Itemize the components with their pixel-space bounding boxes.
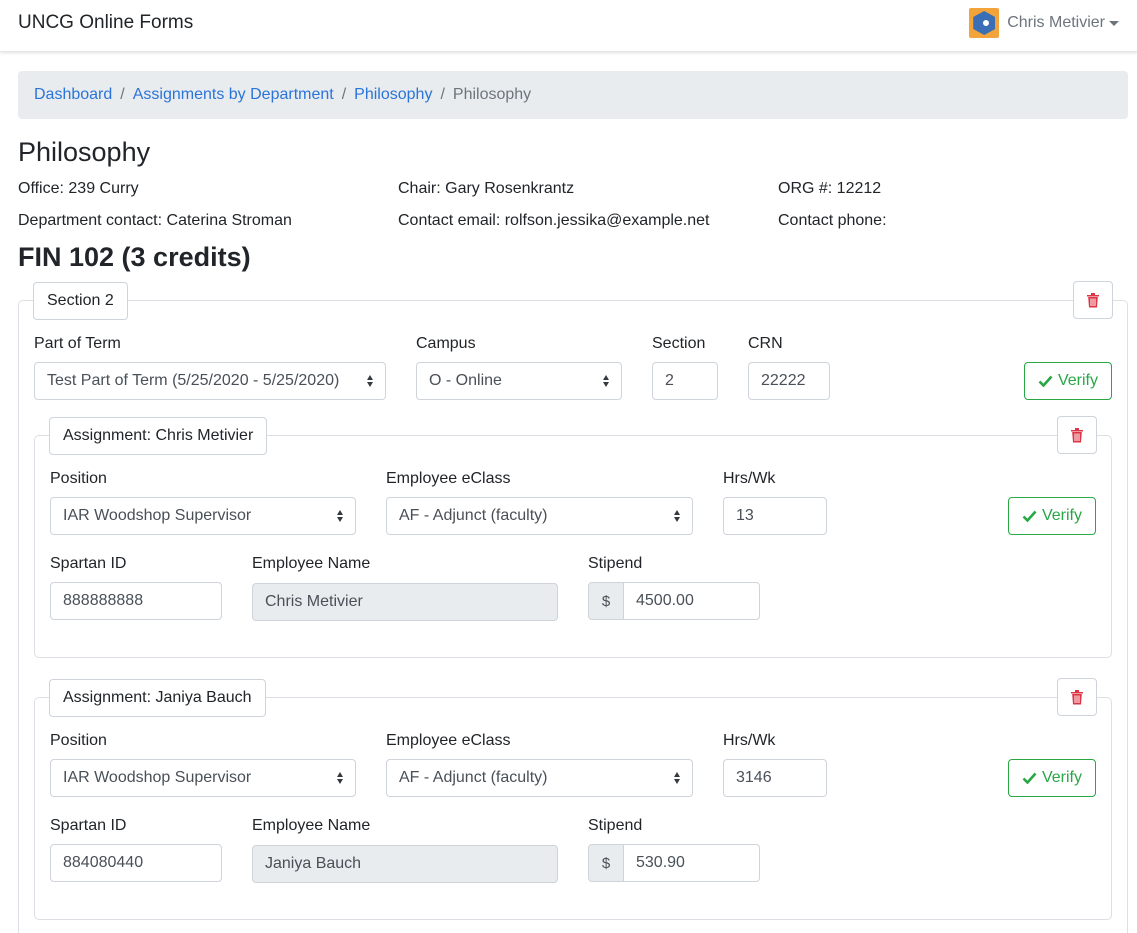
spartan-id-input[interactable]: 888888888 [50, 582, 222, 620]
contact-email: Contact email: rolfson.jessika@example.n… [398, 212, 710, 229]
breadcrumb-philosophy-link[interactable]: Philosophy [354, 86, 432, 104]
delete-section-button[interactable] [1073, 281, 1113, 319]
check-icon [1022, 772, 1037, 784]
verify-label: Verify [1041, 507, 1082, 524]
chevron-down-icon[interactable] [1109, 20, 1119, 26]
hours-label: Hrs/Wk [723, 470, 776, 487]
position-label: Position [50, 470, 107, 487]
part-of-term-select[interactable]: Test Part of Term (5/25/2020 - 5/25/2020… [34, 362, 386, 400]
stipend-input[interactable]: 4500.00 [623, 582, 760, 620]
crn-input[interactable]: 22222 [748, 362, 830, 400]
delete-assignment-button[interactable] [1057, 678, 1097, 716]
verify-assignment-button[interactable]: Verify [1008, 759, 1096, 797]
select-arrows-icon [674, 510, 680, 522]
select-arrows-icon [603, 375, 609, 387]
spartan-id-label: Spartan ID [50, 555, 127, 572]
hours-label: Hrs/Wk [723, 732, 776, 749]
spartan-id-input[interactable]: 884080440 [50, 844, 222, 882]
select-arrows-icon [674, 772, 680, 784]
trash-icon [1071, 428, 1083, 443]
crn-label: CRN [748, 335, 783, 352]
employee-name-label: Employee Name [252, 555, 371, 572]
verify-label: Verify [1057, 372, 1098, 389]
department-contact: Department contact: Caterina Stroman [18, 212, 292, 229]
select-arrows-icon [337, 772, 343, 784]
eclass-select[interactable]: AF - Adjunct (faculty) [386, 497, 693, 535]
hours-input[interactable]: 3146 [723, 759, 827, 797]
currency-prefix: $ [588, 844, 624, 882]
breadcrumb-separator: / [341, 86, 347, 103]
assignment-legend: Assignment: Chris Metivier [49, 417, 268, 455]
user-menu[interactable]: Chris Metivier [969, 8, 1119, 38]
avatar-icon [969, 8, 1000, 38]
stipend-label: Stipend [588, 555, 643, 572]
check-icon [1022, 510, 1037, 522]
chair-info: Chair: Gary Rosenkrantz [398, 180, 575, 197]
eclass-label: Employee eClass [386, 470, 511, 487]
eclass-value: AF - Adjunct (faculty) [399, 507, 548, 524]
assignment-fieldset [34, 435, 1112, 658]
currency-prefix: $ [588, 582, 624, 620]
section-label: Section [652, 335, 706, 352]
eclass-value: AF - Adjunct (faculty) [399, 769, 548, 786]
hours-input[interactable]: 13 [723, 497, 827, 535]
verify-section-button[interactable]: Verify [1024, 362, 1112, 400]
breadcrumb-dashboard[interactable]: Dashboard [34, 86, 112, 104]
assignment-fieldset [34, 697, 1112, 920]
trash-icon [1071, 690, 1083, 705]
breadcrumb: Dashboard / Assignments by Department / … [18, 71, 1128, 119]
verify-label: Verify [1041, 769, 1082, 786]
office-info: Office: 239 Curry [18, 180, 139, 197]
position-value: IAR Woodshop Supervisor [63, 507, 252, 524]
page-title: Philosophy [18, 137, 151, 167]
app-brand[interactable]: UNCG Online Forms [18, 12, 193, 34]
spartan-id-label: Spartan ID [50, 817, 127, 834]
breadcrumb-separator: / [120, 86, 125, 103]
org-info: ORG #: 12212 [778, 180, 882, 197]
check-icon [1038, 375, 1053, 387]
position-select[interactable]: IAR Woodshop Supervisor [50, 497, 356, 535]
breadcrumb-assignments-by-department[interactable]: Assignments by Department [133, 86, 334, 104]
user-name[interactable]: Chris Metivier [1007, 14, 1105, 32]
stipend-label: Stipend [588, 817, 643, 834]
position-value: IAR Woodshop Supervisor [63, 769, 252, 786]
eclass-label: Employee eClass [386, 732, 511, 749]
trash-icon [1087, 293, 1099, 308]
top-navbar: UNCG Online Forms Chris Metivier [0, 0, 1137, 52]
select-arrows-icon [337, 510, 343, 522]
contact-phone: Contact phone: [778, 212, 887, 229]
employee-name-field: Chris Metivier [252, 583, 558, 621]
campus-select[interactable]: O - Online [416, 362, 622, 400]
eclass-select[interactable]: AF - Adjunct (faculty) [386, 759, 693, 797]
position-select[interactable]: IAR Woodshop Supervisor [50, 759, 356, 797]
assignment-legend: Assignment: Janiya Bauch [49, 679, 266, 717]
section-legend: Section 2 [33, 282, 128, 320]
verify-assignment-button[interactable]: Verify [1008, 497, 1096, 535]
campus-label: Campus [416, 335, 476, 352]
part-of-term-label: Part of Term [34, 335, 121, 352]
stipend-input[interactable]: 530.90 [623, 844, 760, 882]
delete-assignment-button[interactable] [1057, 416, 1097, 454]
employee-name-field: Janiya Bauch [252, 845, 558, 883]
course-title: FIN 102 (3 credits) [18, 242, 251, 272]
employee-name-label: Employee Name [252, 817, 371, 834]
part-of-term-value: Test Part of Term (5/25/2020 - 5/25/2020… [47, 372, 340, 389]
section-number-input[interactable]: 2 [652, 362, 718, 400]
breadcrumb-current: Philosophy [452, 86, 532, 103]
position-label: Position [50, 732, 107, 749]
breadcrumb-separator: / [440, 86, 445, 103]
campus-value: O - Online [429, 372, 502, 389]
select-arrows-icon [367, 375, 373, 387]
